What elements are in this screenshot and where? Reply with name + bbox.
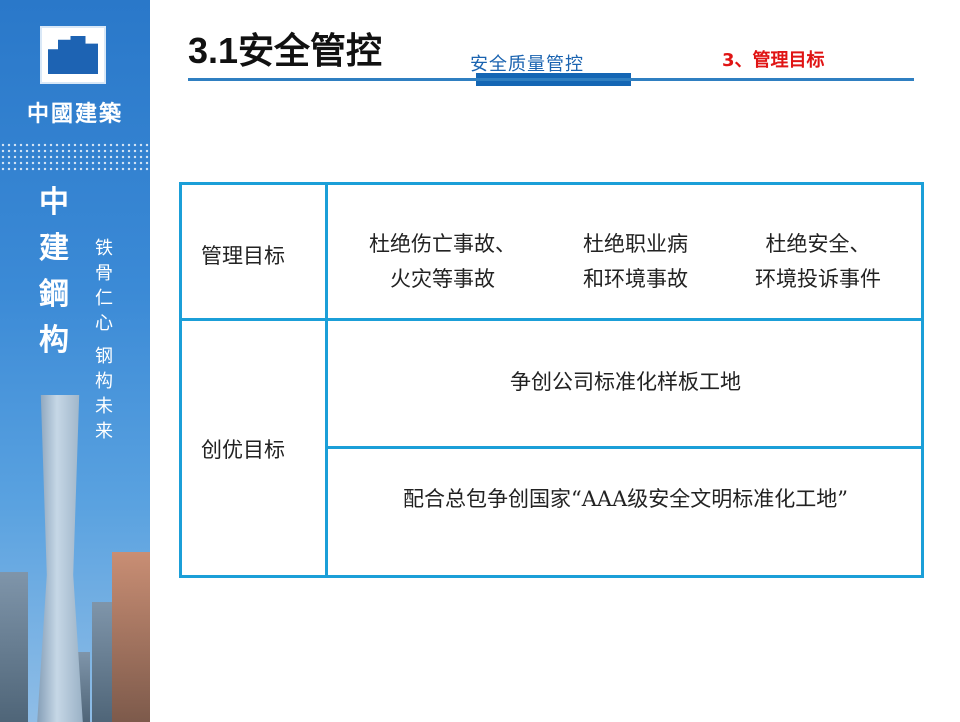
goal-item: 配合总包争创国家“AAA级安全文明标准化工地” bbox=[403, 487, 848, 511]
row-label-management: 管理目标 bbox=[201, 244, 285, 268]
table-border bbox=[179, 575, 924, 578]
goal-item: 杜绝职业病 和环境事故 bbox=[583, 227, 688, 297]
slogan-char: 未 bbox=[95, 396, 113, 417]
goal-line: 环境投诉事件 bbox=[755, 267, 881, 291]
goal-line: 和环境事故 bbox=[583, 267, 688, 291]
slogan-char: 来 bbox=[95, 421, 113, 442]
page-title: 3.1安全管控 bbox=[188, 30, 383, 71]
table-border bbox=[327, 446, 924, 449]
slogan-secondary: 铁 骨 仁 心 钢 构 未 来 bbox=[92, 236, 116, 444]
goals-table: 管理目标 杜绝伤亡事故、 火灾等事故 杜绝职业病 和环境事故 杜绝安全、 环境投… bbox=[179, 182, 924, 578]
goal-line: 杜绝安全、 bbox=[765, 232, 871, 256]
slogan-char: 中 bbox=[39, 185, 69, 220]
table-border bbox=[179, 318, 924, 321]
company-name: 中國建築 bbox=[26, 101, 123, 127]
dot-pattern bbox=[0, 142, 150, 172]
goal-item: 争创公司标准化样板工地 bbox=[510, 370, 741, 394]
slogan-main: 中 建 鋼 构 bbox=[34, 180, 74, 364]
cscec-logo bbox=[40, 26, 106, 84]
slogan-char: 构 bbox=[39, 323, 69, 358]
table-border bbox=[179, 182, 182, 578]
cscec-logo-icon bbox=[48, 36, 98, 74]
goal-item: 杜绝伤亡事故、 火灾等事故 bbox=[369, 227, 516, 297]
table-border bbox=[179, 182, 924, 185]
slogan-char: 铁 bbox=[95, 238, 113, 259]
section-subtitle: 3、管理目标 bbox=[722, 50, 825, 71]
header-divider bbox=[188, 78, 914, 81]
slogan-char: 心 bbox=[95, 313, 113, 334]
goal-line: 火灾等事故 bbox=[390, 267, 495, 291]
slogan-char: 构 bbox=[95, 371, 113, 392]
goal-line: 杜绝职业病 bbox=[583, 232, 688, 256]
slogan-char: 骨 bbox=[95, 263, 113, 284]
brand-sidebar: 中國建築 中 建 鋼 构 铁 骨 仁 心 钢 构 未 来 bbox=[0, 0, 150, 722]
goal-item: 杜绝安全、 环境投诉事件 bbox=[755, 227, 881, 297]
slogan-char: 仁 bbox=[95, 288, 113, 309]
skyline-building bbox=[112, 552, 150, 722]
row-label-excellence: 创优目标 bbox=[201, 438, 285, 462]
slogan-char: 鋼 bbox=[39, 277, 69, 312]
goal-line: 杜绝伤亡事故、 bbox=[369, 232, 516, 256]
slogan-char: 钢 bbox=[95, 346, 113, 367]
skyline-building bbox=[0, 572, 28, 722]
slogan-char: 建 bbox=[39, 231, 69, 266]
